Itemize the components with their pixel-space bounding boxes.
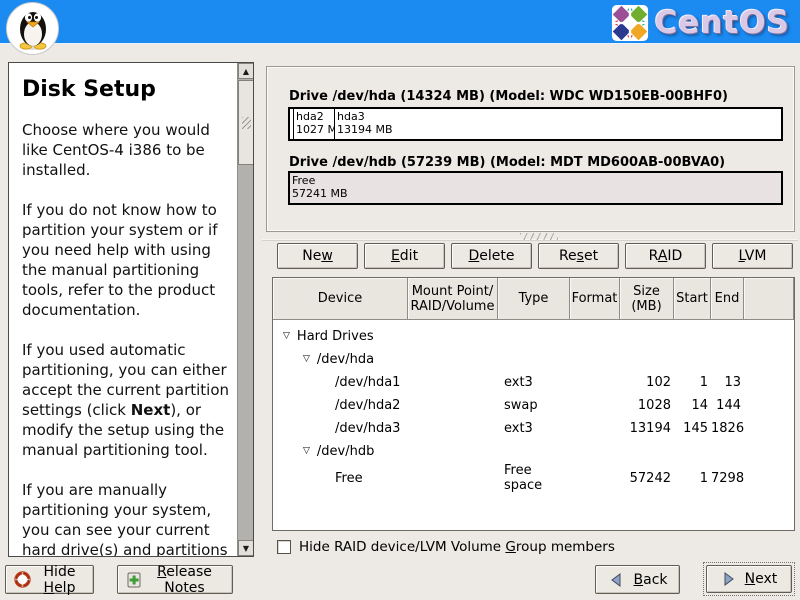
lifebuoy-icon [14, 571, 31, 588]
help-scrollbar-thumb[interactable] [238, 80, 254, 165]
drive-hda-label: Drive /dev/hda (14324 MB) (Model: WDC WD… [289, 89, 728, 104]
col-header-filler [744, 278, 794, 320]
tux-logo [6, 2, 59, 55]
hide-raid-checkbox-row: Hide RAID device/LVM Volume Group member… [277, 539, 615, 555]
drive-hdb-label: Drive /dev/hdb (57239 MB) (Model: MDT MD… [289, 155, 725, 170]
table-row[interactable]: Free Free space 5724217298 [273, 463, 794, 486]
partition-segment-hda2[interactable]: hda2 1027 M [293, 109, 334, 139]
col-header-size[interactable]: Size (MB) [620, 278, 674, 320]
hide-raid-checkbox[interactable] [277, 540, 291, 554]
scrollbar-grip [242, 117, 251, 129]
brand-wordmark: CentOS [655, 5, 790, 41]
table-row[interactable]: ▽Hard Drives [273, 325, 794, 348]
table-body: ▽Hard Drives ▽/dev/hda /dev/hda1 ext3 10… [273, 320, 794, 486]
drive-hdb-bar: Free 57241 MB [288, 171, 783, 205]
pane-resize-grip[interactable] [520, 233, 558, 240]
col-header-start[interactable]: Start [674, 278, 711, 320]
tux-penguin-icon [12, 7, 54, 51]
free-space-segment[interactable]: Free 57241 MB [290, 173, 781, 203]
centos-pinwheel-logo-icon [611, 4, 649, 42]
help-paragraph-1: Choose where you would like CentOS-4 i38… [22, 120, 229, 180]
expander-icon[interactable]: ▽ [283, 332, 290, 341]
col-header-type[interactable]: Type [498, 278, 570, 320]
back-arrow-icon [608, 572, 624, 588]
drives-graph-frame: Drive /dev/hda (14324 MB) (Model: WDC WD… [266, 66, 795, 232]
next-button[interactable]: Next [706, 565, 792, 593]
edit-button[interactable]: Edit [364, 243, 445, 269]
raid-button[interactable]: RAID [625, 243, 706, 269]
help-paragraph-4: If you are manually partitioning your sy… [22, 480, 229, 556]
new-button[interactable]: New [277, 243, 358, 269]
header-banner: CentOS [0, 0, 800, 44]
help-paragraph-3: If you used automatic partitioning, you … [22, 340, 229, 460]
partition-table: Device Mount Point/ RAID/Volume Type For… [272, 277, 795, 531]
help-paragraph-2: If you do not know how to partition your… [22, 200, 229, 320]
col-header-format[interactable]: Format [570, 278, 620, 320]
drive-hda-bar: hda2 1027 M hda3 13194 MB [288, 107, 783, 141]
lvm-button[interactable]: LVM [712, 243, 793, 269]
brand-area: CentOS [611, 4, 790, 42]
scroll-down-icon[interactable]: ▼ [238, 540, 254, 556]
next-arrow-icon [721, 571, 737, 587]
table-row[interactable]: ▽/dev/hdb [273, 440, 794, 463]
reset-button[interactable]: Reset [538, 243, 619, 269]
col-header-device[interactable]: Device [273, 278, 408, 320]
hide-help-button[interactable]: Hide Help [5, 565, 94, 594]
release-notes-button[interactable]: Release Notes [117, 565, 233, 594]
next-button-focus-ring: Next [703, 562, 795, 596]
delete-button[interactable]: Delete [451, 243, 532, 269]
table-row[interactable]: /dev/hda3 ext3 131941451826 [273, 417, 794, 440]
table-row[interactable]: /dev/hda2 swap 102814144 [273, 394, 794, 417]
expander-icon[interactable]: ▽ [303, 447, 310, 456]
col-header-end[interactable]: End [711, 278, 744, 320]
table-row[interactable]: /dev/hda1 ext3 102113 [273, 371, 794, 394]
installer-window: CentOS Disk Setup Choose where you would… [0, 0, 800, 600]
expander-icon[interactable]: ▽ [303, 355, 310, 364]
release-notes-icon [126, 572, 142, 588]
scroll-up-icon[interactable]: ▲ [238, 63, 254, 79]
help-scrollbar[interactable]: ▲ ▼ [237, 63, 253, 556]
help-text: Disk Setup Choose where you would like C… [9, 63, 237, 556]
table-header-row: Device Mount Point/ RAID/Volume Type For… [273, 278, 794, 320]
back-button[interactable]: Back [595, 565, 680, 594]
partition-segment-hda3[interactable]: hda3 13194 MB [334, 109, 781, 139]
hide-raid-checkbox-label[interactable]: Hide RAID device/LVM Volume Group member… [299, 539, 615, 555]
page-title: Disk Setup [22, 77, 229, 102]
col-header-mount[interactable]: Mount Point/ RAID/Volume [408, 278, 498, 320]
table-row[interactable]: ▽/dev/hda [273, 348, 794, 371]
help-panel: Disk Setup Choose where you would like C… [8, 62, 254, 557]
